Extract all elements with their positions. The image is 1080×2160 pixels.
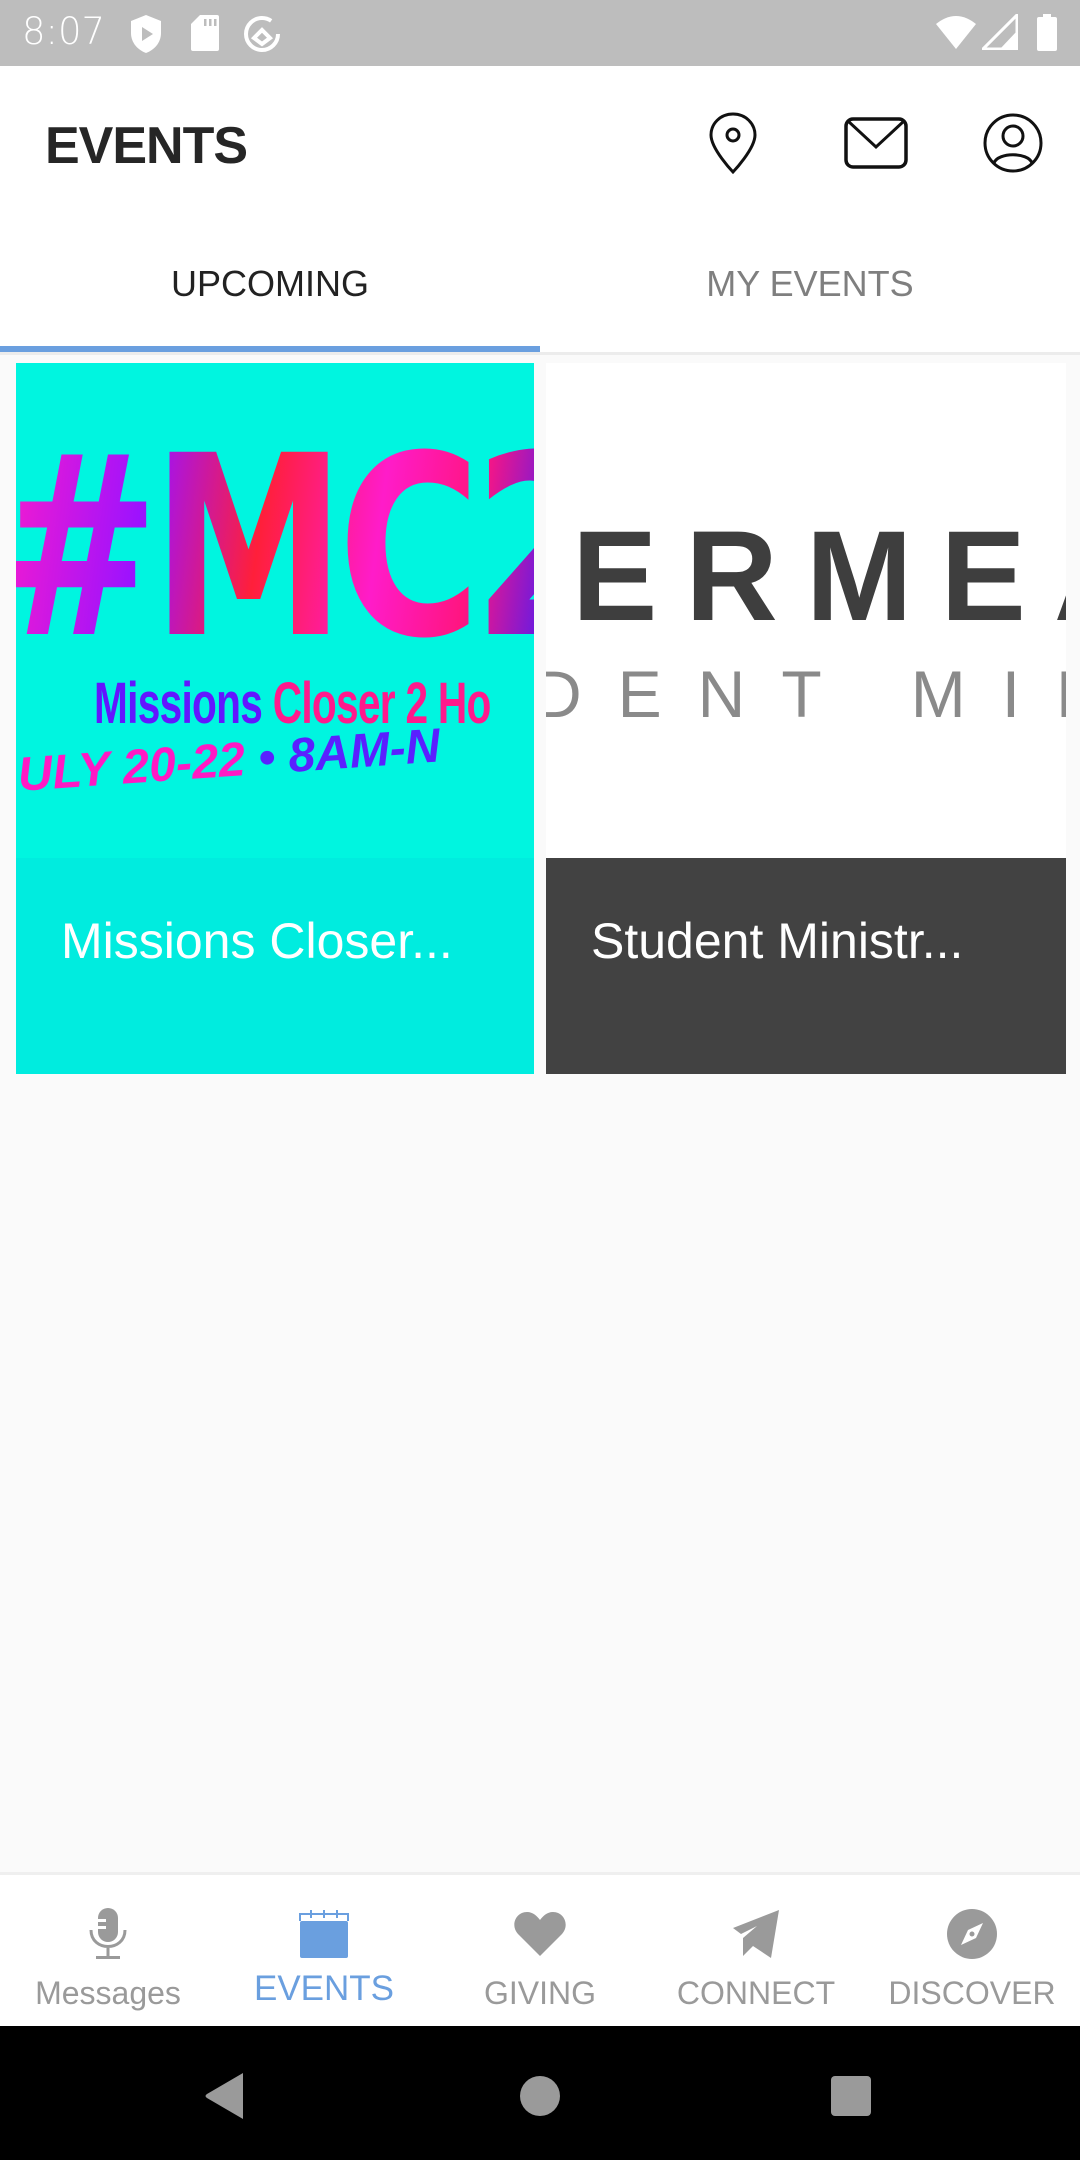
cell-signal-icon: [979, 11, 1019, 55]
nav-label: GIVING: [483, 1975, 596, 2011]
paper-plane-icon: [648, 1903, 864, 1965]
data-saver-icon: [242, 14, 282, 59]
nav-label: Messages: [35, 1975, 181, 2011]
event-image-headline: #MC2H: [16, 423, 534, 673]
status-bar: 8:07: [0, 0, 1080, 66]
microphone-icon: [0, 1903, 216, 1965]
location-pin-icon[interactable]: [698, 108, 768, 178]
tab-my-events[interactable]: MY EVENTS: [540, 216, 1080, 352]
heart-icon: [432, 1903, 648, 1965]
event-card[interactable]: ERMEA DENT MINIST Student Ministr...: [546, 363, 1066, 1074]
event-image-headline: ERMEA: [572, 505, 1066, 648]
back-button[interactable]: [185, 2056, 265, 2136]
home-button[interactable]: [500, 2056, 580, 2136]
tab-bar: UPCOMING MY EVENTS: [0, 216, 1080, 352]
sd-card-icon: [190, 14, 220, 57]
event-card[interactable]: #MC2H Missions Closer 2 Ho ULY 20-22 • 8…: [16, 363, 534, 1074]
play-protect-icon: [128, 14, 164, 59]
wifi-icon: [935, 14, 977, 55]
status-time: 8:07: [22, 10, 106, 53]
bottom-navigation: Messages EVENTS GIVING CONNECT DISCOVER: [0, 1872, 1080, 2026]
page-title: EVENTS: [45, 117, 248, 175]
nav-label: EVENTS: [253, 1969, 395, 2008]
time-part: • 8AM-N: [256, 719, 442, 786]
recents-button[interactable]: [811, 2056, 891, 2136]
nav-item-connect[interactable]: CONNECT: [648, 1875, 864, 2029]
event-title: Missions Closer...: [61, 913, 453, 969]
event-image-subtitle: DENT MINIST: [546, 657, 1066, 731]
tab-upcoming[interactable]: UPCOMING: [0, 216, 540, 352]
nav-item-discover[interactable]: DISCOVER: [864, 1875, 1080, 2029]
nav-label: CONNECT: [676, 1975, 836, 2011]
compass-icon: [864, 1903, 1080, 1965]
subtitle-part: Missions: [94, 671, 273, 736]
event-image: #MC2H Missions Closer 2 Ho ULY 20-22 • 8…: [16, 363, 534, 858]
nav-item-events[interactable]: EVENTS: [216, 1875, 432, 2029]
system-navigation-bar: [0, 2026, 1080, 2160]
battery-icon: [1036, 14, 1058, 57]
date-part: ULY 20-22: [16, 732, 261, 802]
nav-label: DISCOVER: [888, 1975, 1056, 2011]
profile-icon[interactable]: [978, 108, 1048, 178]
calendar-icon: [216, 1903, 432, 1965]
event-title: Student Ministr...: [591, 913, 964, 969]
mail-icon[interactable]: [841, 108, 911, 178]
tab-divider: [0, 352, 1080, 355]
event-card-footer: Student Ministr...: [546, 858, 1066, 1074]
event-card-footer: Missions Closer...: [16, 858, 534, 1074]
event-image: ERMEA DENT MINIST: [546, 363, 1066, 858]
nav-item-messages[interactable]: Messages: [0, 1875, 216, 2029]
nav-item-giving[interactable]: GIVING: [432, 1875, 648, 2029]
